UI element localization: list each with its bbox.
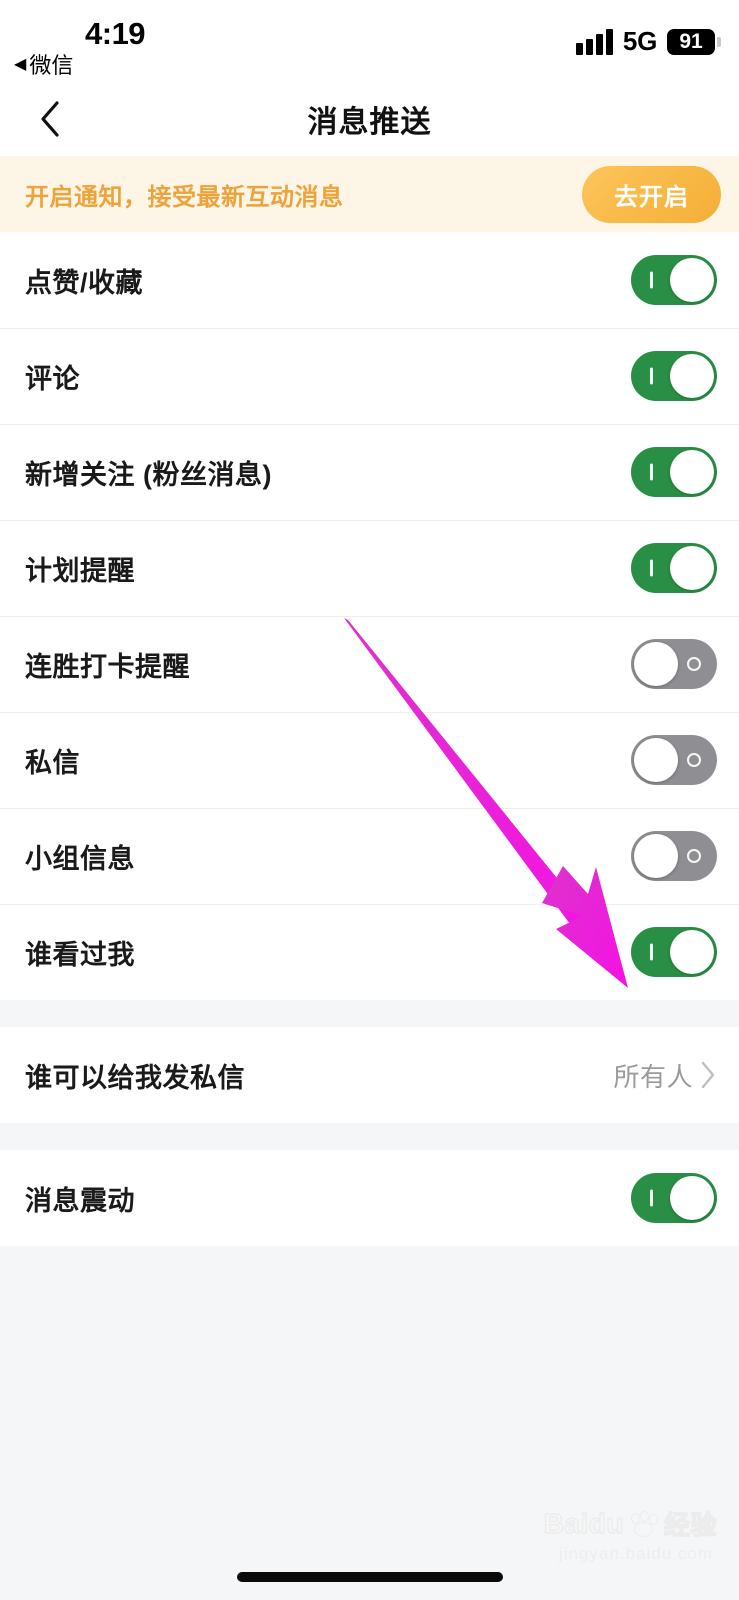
toggle-on-mark-icon — [650, 271, 653, 289]
row-label: 点赞/收藏 — [25, 267, 144, 298]
battery-icon: 91 — [667, 28, 721, 55]
toggle-group-message[interactable] — [631, 831, 717, 881]
phone-screen: 4:19 ◀ 微信 5G 91 消息推送 开启通知，接受最新互动消息 去开启 点… — [0, 0, 739, 1600]
toggle-message-vibration[interactable] — [631, 1173, 717, 1223]
toggle-comments[interactable] — [631, 351, 717, 401]
toggle-knob — [634, 738, 678, 782]
status-bar: 4:19 ◀ 微信 5G 91 — [0, 0, 739, 82]
row-value-group: 所有人 — [613, 1057, 717, 1094]
row-message-vibration[interactable]: 消息震动 — [0, 1150, 739, 1246]
row-group-message[interactable]: 小组信息 — [0, 808, 739, 904]
settings-group-privacy: 谁可以给我发私信 所有人 — [0, 1027, 739, 1123]
status-time: 4:19 — [85, 16, 146, 51]
battery-nub — [717, 36, 721, 47]
toggle-knob — [634, 642, 678, 686]
row-label: 连胜打卡提醒 — [25, 651, 190, 682]
banner-text: 开启通知，接受最新互动消息 — [25, 183, 344, 211]
toggle-knob — [670, 930, 714, 974]
toggle-on-mark-icon — [650, 1189, 653, 1207]
row-label: 评论 — [25, 363, 80, 394]
row-who-can-dm-me[interactable]: 谁可以给我发私信 所有人 — [0, 1027, 739, 1123]
toggle-off-mark-icon — [687, 753, 701, 767]
toggle-on-mark-icon — [650, 943, 653, 961]
row-comments[interactable]: 评论 — [0, 328, 739, 424]
row-label: 小组信息 — [25, 843, 135, 874]
toggle-knob — [670, 450, 714, 494]
toggle-direct-message[interactable] — [631, 735, 717, 785]
toggle-on-mark-icon — [650, 463, 653, 481]
settings-group-vibration: 消息震动 — [0, 1150, 739, 1246]
row-label: 谁可以给我发私信 — [25, 1062, 245, 1093]
toggle-knob — [670, 354, 714, 398]
home-indicator-bar[interactable] — [236, 1572, 503, 1582]
empty-area — [0, 1246, 739, 1546]
toggle-off-mark-icon — [687, 657, 701, 671]
toggle-on-mark-icon — [650, 367, 653, 385]
toggle-knob — [634, 834, 678, 878]
battery-level-label: 91 — [667, 28, 715, 55]
row-likes-favorites[interactable]: 点赞/收藏 — [0, 232, 739, 328]
watermark-url: jingyan.baidu.com — [558, 1544, 713, 1563]
toggle-new-followers[interactable] — [631, 447, 717, 497]
section-divider — [0, 1000, 739, 1027]
chevron-right-icon — [699, 1060, 717, 1090]
row-label: 私信 — [25, 747, 80, 778]
go-enable-button[interactable]: 去开启 — [582, 165, 721, 223]
toggle-streak-checkin-reminder[interactable] — [631, 639, 717, 689]
signal-bars-icon — [575, 28, 613, 55]
row-label: 新增关注 (粉丝消息) — [25, 459, 272, 490]
back-to-app-link[interactable]: ◀ 微信 — [14, 48, 73, 80]
row-plan-reminder[interactable]: 计划提醒 — [0, 520, 739, 616]
row-label: 谁看过我 — [25, 939, 135, 970]
settings-group-notifications: 点赞/收藏 评论 新增关注 (粉丝消息) 计划提醒 连胜打卡提醒 私信 小组信息… — [0, 232, 739, 1000]
toggle-knob — [670, 1176, 714, 1220]
toggle-likes-favorites[interactable] — [631, 255, 717, 305]
toggle-knob — [670, 258, 714, 302]
section-divider — [0, 1123, 739, 1150]
network-type-label: 5G — [622, 26, 657, 56]
toggle-on-mark-icon — [650, 559, 653, 577]
toggle-knob — [670, 546, 714, 590]
page-title: 消息推送 — [307, 106, 432, 139]
row-label: 消息震动 — [25, 1185, 135, 1216]
toggle-plan-reminder[interactable] — [631, 543, 717, 593]
row-direct-message[interactable]: 私信 — [0, 712, 739, 808]
enable-notification-banner: 开启通知，接受最新互动消息 去开启 — [0, 156, 739, 232]
chevron-left-icon — [41, 101, 59, 137]
status-indicators: 5G 91 — [575, 26, 721, 57]
row-new-followers[interactable]: 新增关注 (粉丝消息) — [0, 424, 739, 520]
toggle-off-mark-icon — [687, 849, 701, 863]
nav-bar: 消息推送 — [0, 82, 739, 156]
row-who-viewed-me[interactable]: 谁看过我 — [0, 904, 739, 1000]
toggle-who-viewed-me[interactable] — [631, 927, 717, 977]
back-button[interactable] — [28, 97, 72, 141]
row-label: 计划提醒 — [25, 555, 135, 586]
back-to-app-label: 微信 — [29, 53, 74, 78]
row-streak-checkin-reminder[interactable]: 连胜打卡提醒 — [0, 616, 739, 712]
row-value: 所有人 — [613, 1061, 693, 1092]
back-triangle-icon: ◀ — [14, 56, 27, 73]
